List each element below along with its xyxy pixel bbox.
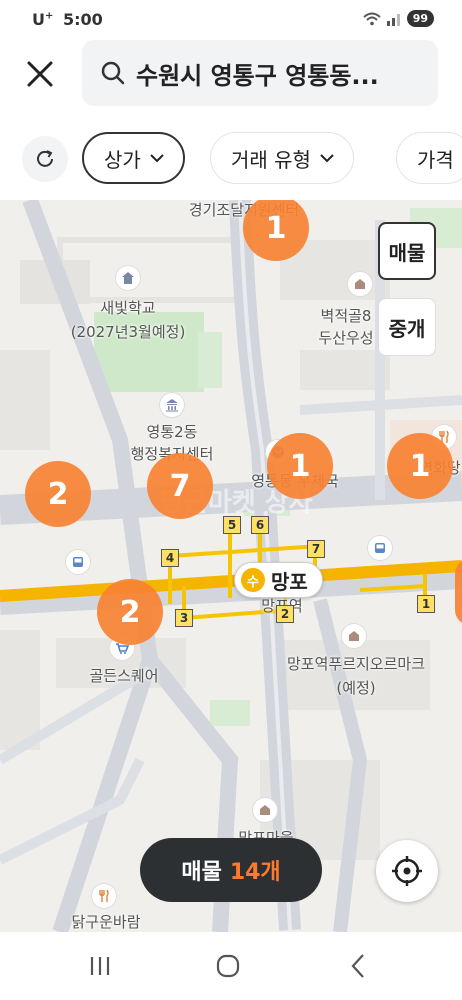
listing-cluster-edge[interactable] <box>455 559 462 625</box>
filter-chip-store[interactable]: 상가 <box>82 132 185 184</box>
map-label-golden-square: 골든스퀘어 <box>89 667 159 685</box>
listing-cluster[interactable]: 1 <box>267 433 333 499</box>
subway-line-badge: 수 <box>241 568 265 592</box>
station-name: 망포 <box>271 569 308 594</box>
listing-label: 매물 <box>181 860 222 885</box>
subway-exit-2: 2 <box>276 605 294 623</box>
subway-exit-3: 3 <box>175 609 193 627</box>
refresh-icon <box>37 150 53 167</box>
search-query: 수원시 영통구 영통동... <box>136 61 379 90</box>
wifi-icon <box>363 12 381 25</box>
apartment-icon <box>347 271 373 297</box>
crosshair-icon <box>392 856 422 886</box>
subway-exit-7: 7 <box>307 540 325 558</box>
subway-exit-1: 1 <box>417 595 435 613</box>
system-nav-bar <box>0 932 462 1000</box>
chevron-down-icon <box>150 154 164 163</box>
search-header: 수원시 영통구 영통동... <box>0 40 462 118</box>
recent-apps-icon <box>90 957 110 975</box>
back-icon <box>351 954 364 978</box>
government-icon <box>159 392 185 418</box>
map-label-mangpo-prugio-note: (예정) <box>336 679 376 697</box>
listing-count: 14개 <box>229 860 281 885</box>
listing-cluster[interactable]: 2 <box>25 461 91 527</box>
battery-icon: 99 <box>406 10 434 27</box>
bus-stop-icon <box>367 535 393 561</box>
map-label-community-center: 영통2동 <box>146 423 198 441</box>
subway-exit-4: 4 <box>161 549 179 567</box>
carrier-label: U+ 5:00 <box>32 10 103 29</box>
close-icon <box>27 61 53 87</box>
status-time: 5:00 <box>62 10 103 29</box>
filter-chip-label: 상가 <box>104 147 141 172</box>
apartment-icon <box>341 623 367 649</box>
current-location-button[interactable] <box>376 840 438 902</box>
filter-chip-price[interactable]: 가격 <box>396 132 462 184</box>
listing-cluster[interactable]: 1 <box>387 433 453 499</box>
filter-bar: 상가 거래 유형 가격 <box>0 118 462 200</box>
map-label-saebit-school: 새빛학교 <box>100 299 156 317</box>
filter-chip-label: 거래 유형 <box>231 147 311 172</box>
signal-icon <box>386 13 400 26</box>
map-label-mangpo-prugio: 망포역푸르지오르마크 <box>286 655 426 673</box>
station-marker[interactable]: 수 망포 <box>234 562 323 598</box>
back-button[interactable] <box>338 950 378 982</box>
listing-layer-button[interactable]: 매물 <box>378 222 436 280</box>
recent-apps-button[interactable] <box>80 950 120 982</box>
status-bar: U+ 5:00 99 <box>0 0 462 40</box>
map-label-dakguun-barang: 닭구운바람 <box>71 913 141 931</box>
bus-stop-icon <box>65 549 91 575</box>
status-icons: 99 <box>363 10 434 27</box>
map-label-saebit-school-note: (2027년3월예정) <box>70 323 186 341</box>
apartment-icon <box>252 797 278 823</box>
school-icon <box>115 265 141 291</box>
map-view[interactable]: 경기조달지원센터 새빛학교 (2027년3월예정) 벽적골8 두산우성 영통2동… <box>0 200 462 932</box>
search-icon <box>101 61 125 85</box>
search-input[interactable]: 수원시 영통구 영통동... <box>82 40 438 106</box>
listing-cluster[interactable]: 7 <box>147 453 213 519</box>
close-button[interactable] <box>20 54 60 94</box>
filter-chip-label: 가격 <box>417 147 454 172</box>
home-button[interactable] <box>208 950 248 982</box>
restaurant-icon <box>91 883 117 909</box>
map-label-doosan-apt: 두산우성 <box>318 329 374 347</box>
agent-layer-button[interactable]: 중개 <box>378 298 436 356</box>
listing-cluster[interactable]: 2 <box>97 579 163 645</box>
refresh-button[interactable] <box>22 136 68 182</box>
map-label-byeokjeokgol-apt: 벽적골8 <box>320 307 372 325</box>
chevron-down-icon <box>320 154 334 163</box>
home-icon <box>216 954 240 978</box>
filter-chip-deal-type[interactable]: 거래 유형 <box>210 132 354 184</box>
listing-count-button[interactable]: 매물 14개 <box>140 838 322 902</box>
